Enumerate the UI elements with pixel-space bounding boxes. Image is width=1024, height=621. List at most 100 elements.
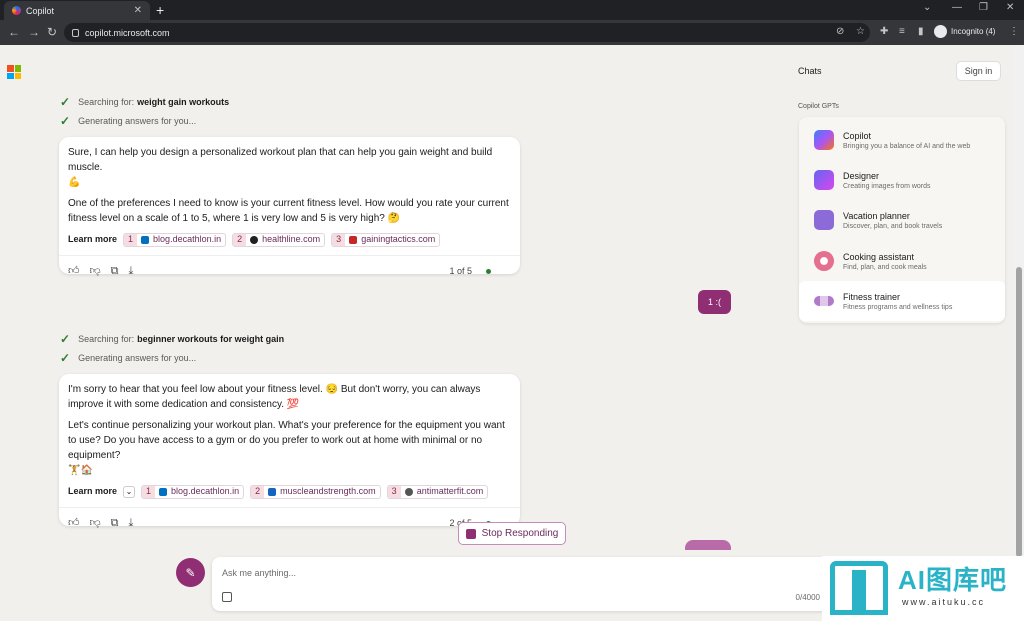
bot-message-1: Sure, I can help you design a personaliz… <box>59 137 520 277</box>
scroll-thumb[interactable] <box>1016 267 1022 557</box>
divider <box>59 255 520 256</box>
incognito-avatar-icon <box>934 25 947 38</box>
stop-icon <box>465 528 476 539</box>
minimize-icon[interactable]: — <box>952 2 962 13</box>
muscleandstrength-icon <box>268 487 277 496</box>
microsoft-logo-icon[interactable] <box>7 65 21 79</box>
url-text: copilot.microsoft.com <box>85 27 170 38</box>
dumbbell-icon <box>814 296 834 306</box>
thumbs-down-icon[interactable]: 👎︎ <box>90 264 101 279</box>
source-link-1[interactable]: 1 blog.decathlon.in <box>141 484 245 499</box>
char-count: 0/4000 <box>795 593 820 602</box>
incognito-badge[interactable]: Incognito (4) <box>934 25 995 38</box>
thumbs-up-icon[interactable]: 👍︎ <box>68 264 80 279</box>
thumbs-up-icon[interactable]: 👍︎ <box>68 516 80 531</box>
sign-in-button[interactable]: Sign in <box>956 61 1001 81</box>
new-topic-button[interactable]: ✎ <box>176 558 205 587</box>
generating-status: ✓ Generating answers for you... <box>60 114 196 128</box>
tab-search-icon[interactable]: ⌄ <box>923 2 931 13</box>
muscle-emoji-icon: 💪 <box>68 177 81 188</box>
gpt-item-cooking-assistant[interactable]: Cooking assistant Find, plan, and cook me… <box>799 241 1005 281</box>
tab-copilot[interactable]: Copilot ✕ <box>4 1 150 20</box>
gpt-item-fitness-trainer[interactable]: Fitness trainer Fitness programs and well… <box>799 281 1005 321</box>
status-dot-icon <box>486 269 491 274</box>
lock-icon <box>72 28 79 37</box>
gpt-list: Copilot Bringing you a balance of AI and … <box>799 117 1005 323</box>
thinking-emoji-icon: 🤔 <box>387 213 401 224</box>
tab-close-icon[interactable]: ✕ <box>134 5 142 16</box>
menu-kebab-icon[interactable]: ⋮ <box>1009 26 1019 37</box>
page-scrollbar[interactable] <box>1014 45 1024 621</box>
url-field[interactable]: copilot.microsoft.com <box>64 23 870 42</box>
source-link-1[interactable]: 1 blog.decathlon.in <box>123 232 227 247</box>
tracking-off-icon[interactable]: ⊘ <box>836 26 844 37</box>
user-message-partial <box>685 540 731 550</box>
check-icon: ✓ <box>60 332 71 346</box>
decathlon-icon <box>159 487 168 496</box>
chat-input-box[interactable]: Ask me anything... 0/4000 <box>212 557 832 611</box>
back-icon[interactable]: ← <box>8 25 20 39</box>
thumbs-down-icon[interactable]: 👎︎ <box>90 516 101 531</box>
decathlon-icon <box>141 235 150 244</box>
extensions-icon[interactable]: ✚ <box>880 26 888 37</box>
image-search-icon[interactable] <box>222 592 232 602</box>
donut-icon <box>814 251 834 271</box>
gpt-item-copilot[interactable]: Copilot Bringing you a balance of AI and … <box>799 120 1005 160</box>
learn-more-label: Learn more <box>68 234 118 244</box>
suitcase-icon <box>814 210 834 230</box>
watermark: AI图库吧 www.aituku.cc <box>822 556 1024 621</box>
download-icon[interactable]: ⤓ <box>129 264 134 279</box>
response-pager: 1 of 5 <box>449 264 501 279</box>
message-paragraph: Let's continue personalizing your workou… <box>68 420 505 476</box>
message-actions: 👍︎ 👎︎ ⧉ ⤓ 2 of 5 <box>68 516 511 531</box>
stop-label: Stop Responding <box>481 528 559 539</box>
stop-responding-button[interactable]: Stop Responding <box>458 522 566 545</box>
source-link-3[interactable]: 3 gainingtactics.com <box>331 232 441 247</box>
gpt-item-vacation-planner[interactable]: Vacation planner Discover, plan, and book… <box>799 200 1005 240</box>
copilot-favicon-icon <box>12 6 21 15</box>
watermark-text: AI图库吧 <box>898 565 1008 595</box>
bookmark-star-icon[interactable]: ☆ <box>856 26 865 37</box>
search-query: weight gain workouts <box>137 97 230 107</box>
source-link-2[interactable]: 2 healthline.com <box>232 232 326 247</box>
healthline-icon <box>250 235 259 244</box>
sidepanel-icon[interactable]: ▮ <box>918 26 924 37</box>
copilot-page: ✓ Searching for: weight gain workouts ✓ … <box>0 45 1014 621</box>
close-window-icon[interactable]: ✕ <box>1006 2 1014 13</box>
search-prefix: Searching for: <box>78 334 135 344</box>
search-query: beginner workouts for weight gain <box>137 334 285 344</box>
source-link-3[interactable]: 3 antimatterfit.com <box>386 484 489 499</box>
user-message: 1 :( <box>698 290 731 314</box>
bot-message-2: I'm sorry to hear that you feel low abou… <box>59 374 520 529</box>
media-icon[interactable]: ≡ <box>899 26 905 37</box>
check-icon: ✓ <box>60 95 71 109</box>
gym-home-emoji-icon: 🏋️🏠 <box>68 465 93 476</box>
copy-icon[interactable]: ⧉ <box>111 516 119 531</box>
generating-status: ✓ Generating answers for you... <box>60 351 196 365</box>
gainingtactics-icon <box>349 235 358 244</box>
message-paragraph: Sure, I can help you design a personaliz… <box>68 147 493 188</box>
copilot-icon <box>814 130 834 150</box>
globe-icon <box>404 487 413 496</box>
message-paragraph: One of the preferences I need to know is… <box>68 198 509 224</box>
maximize-icon[interactable]: ❐ <box>979 2 988 13</box>
download-icon[interactable]: ⤓ <box>129 516 134 531</box>
search-status: ✓ Searching for: beginner workouts for w… <box>60 332 284 346</box>
forward-icon[interactable]: → <box>28 25 40 39</box>
chevron-down-icon[interactable]: ⌄ <box>123 485 136 498</box>
message-actions: 👍︎ 👎︎ ⧉ ⤓ 1 of 5 <box>68 264 511 279</box>
generating-text: Generating answers for you... <box>78 353 197 363</box>
learn-more-label: Learn more <box>68 486 118 496</box>
generating-text: Generating answers for you... <box>78 116 197 126</box>
source-link-2[interactable]: 2 muscleandstrength.com <box>250 484 381 499</box>
reload-icon[interactable]: ↻ <box>47 25 57 39</box>
gpt-item-designer[interactable]: Designer Creating images from words <box>799 160 1005 200</box>
incognito-label: Incognito (4) <box>951 27 996 36</box>
ask-input[interactable]: Ask me anything... <box>222 568 296 578</box>
hundred-emoji-icon: 💯 <box>286 399 300 410</box>
search-status: ✓ Searching for: weight gain workouts <box>60 95 229 109</box>
designer-icon <box>814 170 834 190</box>
new-tab-button[interactable]: + <box>156 2 164 18</box>
copy-icon[interactable]: ⧉ <box>111 264 119 279</box>
search-prefix: Searching for: <box>78 97 135 107</box>
